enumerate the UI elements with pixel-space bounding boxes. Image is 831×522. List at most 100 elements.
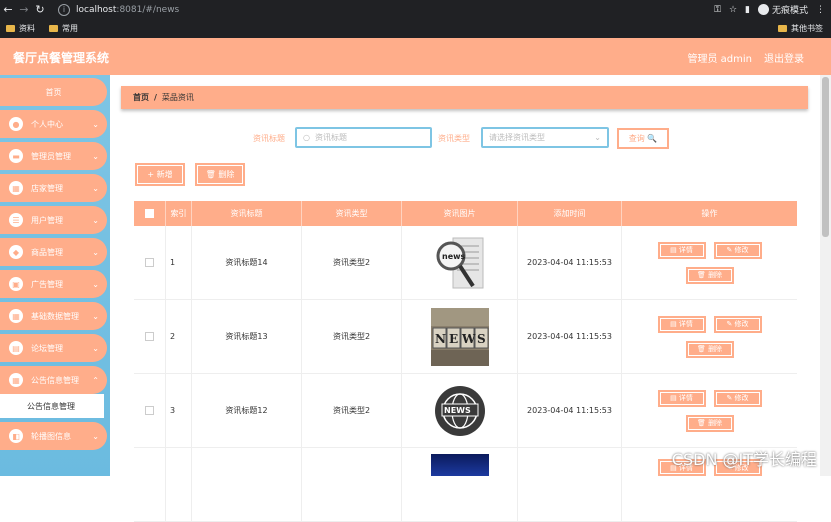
key-icon[interactable]: ⚿ <box>714 5 721 15</box>
bookmark-folder-1[interactable]: 资料 <box>6 23 35 34</box>
row-index: 2 <box>166 300 192 373</box>
row-checkbox-cell <box>134 300 166 373</box>
svg-text:E: E <box>449 332 458 346</box>
row-image-cell: NEWS <box>402 374 518 447</box>
trash-icon: 🗑 <box>696 345 709 353</box>
sidebar-item-forum[interactable]: ▤ 论坛管理 ⌄ <box>0 334 107 362</box>
sidebar-item-basedata[interactable]: ▦ 基础数据管理 ⌄ <box>0 302 107 330</box>
reload-icon[interactable]: ↻ <box>32 0 48 19</box>
news-magnifier-image: news <box>431 234 489 292</box>
search-icon: ○ <box>303 133 310 142</box>
star-icon[interactable]: ☆ <box>729 5 737 15</box>
sidebar-item-admin[interactable]: ▬ 管理员管理 ⌄ <box>0 142 107 170</box>
logout-link[interactable]: 退出登录 <box>764 50 804 65</box>
row-image-cell <box>402 448 518 521</box>
breadcrumb-separator: / <box>154 93 157 102</box>
grid-icon: ▦ <box>9 373 23 387</box>
title-search-input[interactable]: ○ 资讯标题 <box>295 127 432 148</box>
bookmark-label: 常用 <box>62 24 78 33</box>
table-row: 1 资讯标题14 资讯类型2 news 2023-04-04 11:15:53 <box>134 226 797 300</box>
type-filter-label: 资讯类型 <box>438 134 470 143</box>
edit-button[interactable]: ✎ 修改 <box>713 315 762 333</box>
forward-icon[interactable]: → <box>16 0 32 19</box>
svg-text:NEWS: NEWS <box>444 406 471 415</box>
header-type: 资讯类型 <box>302 201 402 226</box>
sidebar-item-goods[interactable]: ◆ 商品管理 ⌄ <box>0 238 107 266</box>
select-all-checkbox-cell <box>134 201 166 226</box>
select-all-checkbox[interactable] <box>145 209 154 218</box>
detail-button[interactable]: ▤ 详情 <box>657 241 706 259</box>
app-header: 餐厅点餐管理系统 管理员 admin 退出登录 <box>0 38 831 75</box>
detail-icon: ▤ <box>670 394 679 402</box>
row-type <box>302 448 402 521</box>
edit-button[interactable]: ✎ 修改 <box>713 389 762 407</box>
page-scrollbar[interactable] <box>820 75 831 476</box>
row-index: 1 <box>166 226 192 299</box>
site-info-icon[interactable]: i <box>58 3 70 16</box>
header-image: 资讯图片 <box>402 201 518 226</box>
other-bookmarks[interactable]: 其他书签 <box>778 23 823 34</box>
svg-text:W: W <box>461 332 476 346</box>
sidebar-item-label: 广告管理 <box>31 279 63 289</box>
scrollbar-thumb[interactable] <box>822 77 829 237</box>
row-checkbox[interactable] <box>145 332 154 341</box>
detail-button[interactable]: ▤ 详情 <box>657 389 706 407</box>
trash-icon: 🗑 <box>696 271 709 279</box>
type-select[interactable]: 请选择资讯类型 ⌄ <box>481 127 609 148</box>
delete-label: 删除 <box>708 271 723 279</box>
sidebar-item-users[interactable]: ☰ 用户管理 ⌄ <box>0 206 107 234</box>
sidebar-item-label: 用户管理 <box>31 215 63 225</box>
svg-text:news: news <box>442 252 466 261</box>
sidebar: 首页 ● 个人中心 ⌄ ▬ 管理员管理 ⌄ ▦ 店家管理 ⌄ ☰ 用户管理 ⌄ ◆ 商品管理 ⌄ ▣… <box>0 75 110 476</box>
sidebar-item-notice[interactable]: ▦ 公告信息管理 ⌃ <box>0 366 107 394</box>
sidebar-item-ads[interactable]: ▣ 广告管理 ⌄ <box>0 270 107 298</box>
sidebar-subitem-notice[interactable]: 公告信息管理 <box>0 394 104 418</box>
bookmarks-bar: 资料 常用 其他书签 <box>0 19 831 38</box>
row-time: 2023-04-04 11:15:53 <box>518 226 622 299</box>
incognito-label: 无痕模式 <box>771 6 808 16</box>
chevron-down-icon: ⌄ <box>594 133 601 142</box>
edit-button[interactable]: ✎ 修改 <box>713 241 762 259</box>
row-type: 资讯类型2 <box>302 374 402 447</box>
chevron-down-icon: ⌄ <box>92 183 99 193</box>
row-actions: ▤ 详情 ✎ 修改 🗑 删除 <box>622 300 797 373</box>
breadcrumb-current: 菜品资讯 <box>161 93 194 102</box>
back-icon[interactable]: ← <box>0 0 16 19</box>
chevron-down-icon: ⌄ <box>92 151 99 161</box>
watermark: CSDN @IT学长编程 <box>671 450 817 469</box>
query-button[interactable]: 查询 🔍 <box>617 128 669 149</box>
row-image-cell: N E W S <box>402 300 518 373</box>
sidebar-item-label: 公告信息管理 <box>31 375 79 385</box>
row-delete-button[interactable]: 🗑 删除 <box>685 340 734 358</box>
sidepanel-icon[interactable]: ▮ <box>745 5 750 15</box>
header-time: 添加时间 <box>518 201 622 226</box>
header-actions: 操作 <box>701 209 718 218</box>
search-bar: 资讯标题 ○ 资讯标题 资讯类型 请选择资讯类型 ⌄ 查询 🔍 <box>110 127 820 149</box>
detail-button[interactable]: ▤ 详情 <box>657 315 706 333</box>
sidebar-item-shop[interactable]: ▦ 店家管理 ⌄ <box>0 174 107 202</box>
sidebar-item-personal[interactable]: ● 个人中心 ⌄ <box>0 110 107 138</box>
row-image-cell: news <box>402 226 518 299</box>
breadcrumb-home[interactable]: 首页 <box>133 92 149 103</box>
row-delete-button[interactable]: 🗑 删除 <box>685 266 734 284</box>
detail-icon: ▤ <box>670 320 679 328</box>
chevron-down-icon: ⌄ <box>92 343 99 353</box>
row-checkbox[interactable] <box>145 258 154 267</box>
delete-button[interactable]: 🗑 删除 <box>195 163 245 186</box>
sidebar-item-label: 个人中心 <box>31 119 63 129</box>
menu-icon[interactable]: ⋮ <box>816 5 825 15</box>
chevron-up-icon: ⌃ <box>92 375 99 385</box>
sidebar-subitem-label: 公告信息管理 <box>27 401 75 411</box>
row-checkbox[interactable] <box>145 406 154 415</box>
sidebar-item-carousel[interactable]: ◧ 轮播图信息 ⌄ <box>0 422 107 450</box>
incognito-badge[interactable]: 无痕模式 <box>757 3 808 16</box>
sidebar-item-home[interactable]: 首页 <box>0 78 107 106</box>
folder-icon <box>6 25 15 32</box>
address-bar[interactable]: i localhost:8081/#/news <box>58 2 733 17</box>
sliders-icon: ☰ <box>9 213 23 227</box>
bookmark-folder-2[interactable]: 常用 <box>49 23 78 34</box>
row-delete-button[interactable]: 🗑 删除 <box>685 414 734 432</box>
add-button[interactable]: + 新增 <box>135 163 185 186</box>
row-index: 3 <box>166 374 192 447</box>
row-time: 2023-04-04 11:15:53 <box>518 374 622 447</box>
